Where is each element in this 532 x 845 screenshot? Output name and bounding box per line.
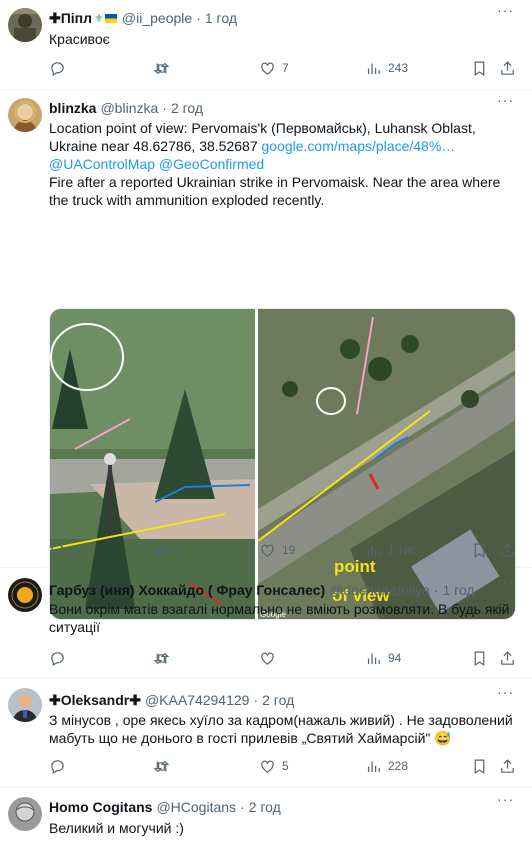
more-icon[interactable]: ··· xyxy=(497,574,514,590)
share-icon xyxy=(501,758,514,773)
like-button[interactable]: 7 xyxy=(259,58,289,78)
bookmark-button[interactable] xyxy=(471,648,488,668)
retweet-button[interactable] xyxy=(153,58,176,78)
more-icon[interactable]: ··· xyxy=(497,2,514,18)
display-name[interactable]: Гарбуз (иня) Хоккайдо ( Фрау Гонсалес) xyxy=(49,582,325,598)
reply-icon xyxy=(51,61,64,76)
timestamp[interactable]: 1 год xyxy=(205,10,237,26)
reply-button[interactable] xyxy=(49,756,72,776)
tweet-5[interactable]: Homo Cogitans @HCogitans · 2 год ··· Вел… xyxy=(0,788,532,845)
share-button[interactable] xyxy=(499,58,516,78)
like-button[interactable] xyxy=(259,648,282,668)
avatar[interactable] xyxy=(8,688,42,722)
more-icon[interactable]: ··· xyxy=(497,684,514,700)
action-bar: 5 228 xyxy=(49,756,520,776)
more-icon[interactable]: ··· xyxy=(497,92,514,108)
like-button[interactable]: 19 xyxy=(259,540,295,560)
action-bar: 94 xyxy=(49,648,520,668)
tweet-text: З мінусов , оре якесь хуїло за кадром(на… xyxy=(49,712,513,746)
tweet-1[interactable]: ✚Піпл ⚜ @ii_people · 1 год ··· Красивоє … xyxy=(0,0,532,90)
like-icon xyxy=(261,544,274,557)
display-name[interactable]: ✚Oleksandr✚ xyxy=(49,692,141,709)
timestamp[interactable]: 1 год xyxy=(442,582,474,598)
views-icon xyxy=(367,545,380,556)
ukraine-flag-icon xyxy=(104,13,117,23)
retweet-icon xyxy=(153,544,170,556)
retweet-icon xyxy=(153,760,170,772)
share-button[interactable] xyxy=(499,540,516,560)
tweet-4[interactable]: ✚Oleksandr✚ @KAA74294129 · 2 год ··· З м… xyxy=(0,678,532,788)
share-icon xyxy=(501,542,514,557)
retweet-button[interactable] xyxy=(153,756,176,776)
share-button[interactable] xyxy=(499,756,516,776)
mention-link[interactable]: @GeoConfirmed xyxy=(159,156,264,172)
share-icon xyxy=(501,60,514,75)
user-handle[interactable]: @blinzka xyxy=(100,100,158,116)
like-button[interactable]: 5 xyxy=(259,756,289,776)
tweet-text: Location point of view: Pervomais'k (Пер… xyxy=(49,120,501,208)
retweet-icon xyxy=(153,652,170,664)
avatar[interactable] xyxy=(8,797,42,831)
views-button[interactable]: 94 xyxy=(365,648,401,668)
retweet-button[interactable] xyxy=(153,648,176,668)
action-bar: 2 4 19 1 тис. xyxy=(49,540,520,560)
reply-icon xyxy=(51,759,64,774)
reply-icon xyxy=(51,651,64,666)
fleur-de-lis-icon: ⚜ xyxy=(94,12,104,25)
share-icon xyxy=(501,650,514,665)
tweet-2[interactable]: blinzka @blinzka · 2 год ··· Location po… xyxy=(0,90,532,620)
display-name[interactable]: ✚Піпл xyxy=(49,10,92,27)
mention-link[interactable]: @UAControlMap xyxy=(49,156,155,172)
reply-button[interactable] xyxy=(49,58,72,78)
display-name[interactable]: blinzka xyxy=(49,100,96,116)
bookmark-icon xyxy=(474,61,485,76)
like-icon xyxy=(261,652,274,665)
bookmark-button[interactable] xyxy=(471,58,488,78)
retweet-icon xyxy=(153,62,170,74)
tweet-3[interactable]: Гарбуз (иня) Хоккайдо ( Фрау Гонсалес) @… xyxy=(0,568,532,678)
user-handle[interactable]: @HCogitans xyxy=(156,799,236,815)
action-bar: 7 243 xyxy=(49,58,520,78)
avatar[interactable] xyxy=(8,8,42,42)
like-icon xyxy=(261,760,274,773)
views-button[interactable]: 243 xyxy=(365,58,408,78)
views-button[interactable]: 1 тис. xyxy=(365,540,420,560)
like-icon xyxy=(261,62,274,75)
views-button[interactable]: 228 xyxy=(365,756,408,776)
tweet-text: Вони окрім матів взагалі нормально не вм… xyxy=(49,601,510,635)
map-link[interactable]: google.com/maps/place/48%… xyxy=(262,138,456,154)
bookmark-button[interactable] xyxy=(471,540,488,560)
avatar[interactable] xyxy=(8,98,42,132)
retweet-button[interactable]: 4 xyxy=(153,540,183,560)
tweet-text: Красивоє xyxy=(49,31,110,47)
bookmark-button[interactable] xyxy=(471,756,488,776)
views-icon xyxy=(367,63,380,74)
more-icon[interactable]: ··· xyxy=(497,791,514,807)
bookmark-icon xyxy=(474,651,485,666)
tweet-text: Великий и могучий :) xyxy=(49,820,184,836)
timestamp[interactable]: 2 год xyxy=(171,100,203,116)
timestamp[interactable]: 2 год xyxy=(249,799,281,815)
display-name[interactable]: Homo Cogitans xyxy=(49,799,152,815)
reply-button[interactable]: 2 xyxy=(49,540,79,560)
bookmark-icon xyxy=(474,543,485,558)
reply-icon xyxy=(51,543,64,558)
views-icon xyxy=(367,761,380,772)
user-handle[interactable]: @dochanatoliya xyxy=(329,582,430,598)
bookmark-icon xyxy=(474,759,485,774)
reply-button[interactable] xyxy=(49,648,72,668)
avatar[interactable] xyxy=(8,578,42,612)
timestamp[interactable]: 2 год xyxy=(262,692,294,708)
user-handle[interactable]: @ii_people xyxy=(122,10,192,26)
share-button[interactable] xyxy=(499,648,516,668)
user-handle[interactable]: @KAA74294129 xyxy=(145,692,250,708)
views-icon xyxy=(367,653,380,664)
